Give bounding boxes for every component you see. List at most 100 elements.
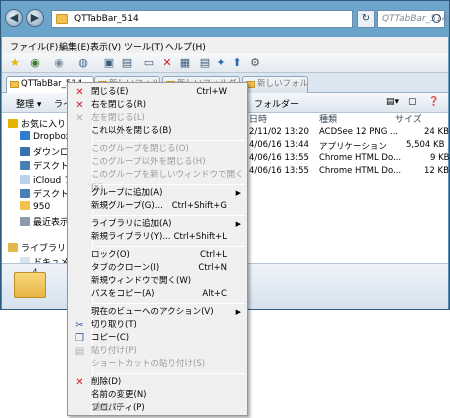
row-date[interactable]: 4/06/16 13:55 xyxy=(249,153,309,163)
forward-button[interactable]: ▶ xyxy=(26,9,44,27)
organize-button[interactable]: 整理 ▾ xyxy=(16,97,41,110)
menu-item-cut[interactable]: ✂ 切り取り(T) xyxy=(70,319,245,332)
nav-dropbox[interactable]: Dropbox xyxy=(20,131,71,145)
address-crumb[interactable]: QTTabBar_514 xyxy=(74,14,139,24)
menu-item-clone-tab[interactable]: タブのクローン(I) Ctrl+N xyxy=(70,262,245,275)
menu-label: 新規ライブラリ(Y)... xyxy=(91,232,171,242)
menu-item-copy-path[interactable]: パスをコピー(A) Alt+C xyxy=(70,288,245,301)
menu-item-paste[interactable]: ▤ 貼り付け(P) xyxy=(70,345,245,358)
menu-label: 削除(D) xyxy=(91,377,122,387)
menu-item-open-new-window[interactable]: 新規ウィンドウで開く(W) xyxy=(70,275,245,288)
menu-separator xyxy=(94,140,245,141)
menu-item-new-library[interactable]: 新規ライブラリ(Y)... Ctrl+Shift+L xyxy=(70,231,245,244)
gear-icon[interactable]: ⚙ xyxy=(248,56,262,70)
menu-edit[interactable]: 編集(E) xyxy=(59,40,90,53)
menu-item-add-to-group[interactable]: グループに追加(A) ▶ xyxy=(70,187,245,200)
menu-item-paste-shortcut[interactable]: ショートカットの貼り付け(S) xyxy=(70,358,245,371)
desktop-icon xyxy=(20,189,30,198)
preview-pane-icon[interactable]: ▢ xyxy=(408,97,417,107)
folder-icon xyxy=(10,81,19,88)
scissors-icon: ✂ xyxy=(75,320,84,331)
forward-icon[interactable]: ◉ xyxy=(52,56,66,70)
row-size[interactable]: 9 KB xyxy=(430,153,450,163)
menu-separator xyxy=(94,184,245,185)
back-icon[interactable]: ◉ xyxy=(28,56,42,70)
menu-label: このグループ以外を閉じる(H) xyxy=(91,157,206,167)
nav-favorites[interactable]: お気に入り xyxy=(8,117,66,131)
menu-label: 貼り付け(P) xyxy=(91,346,137,356)
row-size[interactable]: 5,504 KB xyxy=(406,140,444,150)
nav-label: Dropbox xyxy=(33,132,71,142)
new-window-icon[interactable]: ▭ xyxy=(142,56,156,70)
folder-icon xyxy=(20,201,30,210)
nav-950[interactable]: 950 xyxy=(20,201,50,215)
nav-label: 950 xyxy=(33,202,51,212)
row-date[interactable]: 2/11/02 13:20 xyxy=(249,127,309,137)
menu-label: パスをコピー(A) xyxy=(91,289,155,299)
row-type[interactable]: Chrome HTML Do... xyxy=(319,166,401,176)
row-date[interactable]: 4/06/16 13:55 xyxy=(249,166,309,176)
link-icon[interactable]: ✦ xyxy=(214,56,228,70)
menu-item-close-except-group[interactable]: このグループ以外を閉じる(H) xyxy=(70,156,245,169)
menu-item-close-left[interactable]: ✕ 左を閉じる(L) xyxy=(70,112,245,125)
menu-item-open-group-new-window[interactable]: このグループを新しいウィンドウで開く(K) xyxy=(70,169,245,193)
menu-item-delete[interactable]: ✕ 削除(D) xyxy=(70,376,245,389)
row-size[interactable]: 24 KB xyxy=(424,127,449,137)
up-arrow-icon[interactable]: ⬆ xyxy=(230,56,244,70)
menu-item-copy[interactable]: ❐ コピー(C) xyxy=(70,332,245,345)
desktop-icon xyxy=(20,161,30,170)
star-icon[interactable]: ★ xyxy=(8,56,22,70)
row-type[interactable]: ACDSee 12 PNG ... xyxy=(319,127,398,137)
menu-label: コピー(C) xyxy=(91,333,130,343)
menu-item-close[interactable]: ✕ 閉じる(E) Ctrl+W xyxy=(70,86,245,99)
refresh-button[interactable]: ↻ xyxy=(357,10,375,28)
menu-shortcut: Ctrl+W xyxy=(196,87,227,97)
submenu-arrow-icon: ▶ xyxy=(235,189,241,197)
tabs-icon[interactable]: ▤ xyxy=(120,56,134,70)
row-type[interactable]: アプリケーション xyxy=(319,140,387,152)
menu-item-history[interactable]: 履歴(H) xyxy=(69,400,245,414)
address-bar[interactable]: QTTabBar_514 xyxy=(51,10,353,28)
row-size[interactable]: 12 KB xyxy=(424,166,449,176)
folder-icon xyxy=(56,14,68,24)
menu-file[interactable]: ファイル(F) xyxy=(10,40,58,53)
back-button[interactable]: ◀ xyxy=(5,9,23,27)
window-icon[interactable]: ▣ xyxy=(102,56,116,70)
list-icon[interactable]: ▤ xyxy=(198,56,212,70)
group-icon[interactable]: ▦ xyxy=(178,56,192,70)
tab-label: 新しいフォルダー xyxy=(257,79,308,89)
menu-label: 現在のビューへのアクション(V) xyxy=(91,307,214,317)
tab-new-folder-3[interactable]: 新しいフォルダー xyxy=(242,76,308,93)
row-type[interactable]: Chrome HTML Do... xyxy=(319,153,401,163)
menu-item-lock[interactable]: ロック(O) Ctrl+L xyxy=(70,249,245,262)
menu-item-view-action[interactable]: 現在のビューへのアクション(V) ▶ xyxy=(70,306,245,319)
menu-item-close-right[interactable]: ✕ 右を閉じる(R) xyxy=(70,99,245,112)
recent-icon xyxy=(20,217,30,226)
menu-view[interactable]: 表示(V) xyxy=(90,40,121,53)
up-icon[interactable]: ◍ xyxy=(76,56,90,70)
menu-item-close-others[interactable]: これ以外を閉じる(B) xyxy=(70,125,245,138)
menu-label: 切り取り(T) xyxy=(91,320,137,330)
menu-label: タブのクローン(I) xyxy=(91,263,160,273)
menu-item-new-group[interactable]: 新規グループ(G)... Ctrl+Shift+G xyxy=(70,200,245,213)
close-icon[interactable]: ✕ xyxy=(160,56,174,70)
delete-icon: ✕ xyxy=(75,377,84,388)
menu-bar: ファイル(F) 編集(E) 表示(V) ツール(T) ヘルプ(H) xyxy=(2,37,448,53)
row-date[interactable]: 4/06/16 13:44 xyxy=(249,140,309,150)
nav-libraries[interactable]: ライブラリ xyxy=(8,241,66,255)
view-toggle-icon[interactable]: ▤▾ xyxy=(386,97,399,107)
help-icon[interactable]: ❓ xyxy=(428,97,439,107)
column-size[interactable]: サイズ xyxy=(395,113,422,129)
menu-separator xyxy=(94,303,245,304)
search-input[interactable]: QTTabBar_514... xyxy=(377,10,450,28)
menu-item-add-to-library[interactable]: ライブラリに追加(A) ▶ xyxy=(70,218,245,231)
nav-label: お気に入り xyxy=(21,120,67,130)
menu-item-close-group[interactable]: このグループを閉じる(O) xyxy=(70,143,245,156)
menu-separator xyxy=(94,373,245,374)
menu-help[interactable]: ヘルプ(H) xyxy=(165,40,206,53)
new-folder-button[interactable]: フォルダー xyxy=(254,97,299,110)
submenu-arrow-icon: ▶ xyxy=(235,308,241,316)
menu-tools[interactable]: ツール(T) xyxy=(124,40,164,53)
cloud-icon xyxy=(20,175,30,184)
nav-label: ライブラリ xyxy=(21,244,67,254)
